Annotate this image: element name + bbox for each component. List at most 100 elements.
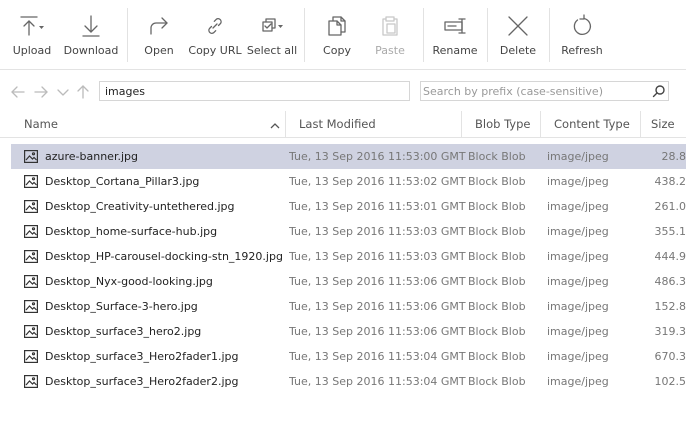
copy-button[interactable]: Copy	[320, 0, 354, 70]
paste-label: Paste	[375, 44, 405, 57]
cell-name: Desktop_Cortana_Pillar3.jpg	[45, 175, 200, 188]
image-file-icon	[24, 375, 39, 389]
cell-blob-type: Block Blob	[468, 375, 526, 388]
cell-size: 438.2	[654, 175, 686, 188]
image-file-icon	[24, 250, 39, 264]
refresh-button[interactable]: Refresh	[561, 0, 603, 70]
toolbar: Upload Download Open Copy URL Select all…	[0, 0, 686, 70]
table-row[interactable]: Desktop_Surface-3-hero.jpg Tue, 13 Sep 20…	[11, 294, 686, 319]
cell-size: 102.5	[654, 375, 686, 388]
table-row[interactable]: Desktop_surface3_Hero2fader2.jpg Tue, 13 …	[11, 369, 686, 394]
cell-content-type: image/jpeg	[547, 150, 609, 163]
cell-name: Desktop_surface3_Hero2fader2.jpg	[45, 375, 239, 388]
cell-name: Desktop_home-surface-hub.jpg	[45, 225, 218, 238]
cell-blob-type: Block Blob	[468, 300, 526, 313]
column-header-content-type[interactable]: Content Type	[544, 111, 641, 138]
cell-last-modified: Tue, 13 Sep 2016 11:53:06 GMT	[289, 275, 466, 288]
cell-content-type: image/jpeg	[547, 200, 609, 213]
table-row[interactable]: azure-banner.jpg Tue, 13 Sep 2016 11:53:0…	[11, 144, 686, 169]
toolbar-separator	[487, 8, 488, 62]
table-row[interactable]: Desktop_surface3_Hero2fader1.jpg Tue, 13 …	[11, 344, 686, 369]
delete-button[interactable]: Delete	[500, 0, 536, 70]
rename-icon	[441, 12, 469, 40]
rename-button[interactable]: Rename	[432, 0, 478, 70]
toolbar-separator	[304, 8, 305, 62]
open-arrow-icon	[145, 12, 173, 40]
table-row[interactable]: Desktop_HP-carousel-docking-stn_1920.jpg…	[11, 244, 686, 269]
cell-last-modified: Tue, 13 Sep 2016 11:53:01 GMT	[289, 200, 466, 213]
open-label: Open	[144, 44, 174, 57]
download-button[interactable]: Download	[64, 0, 118, 70]
cell-name: Desktop_Surface-3-hero.jpg	[45, 300, 198, 313]
cell-size: 670.3	[654, 350, 686, 363]
cell-last-modified: Tue, 13 Sep 2016 11:53:02 GMT	[289, 175, 466, 188]
column-header-last-modified[interactable]: Last Modified	[289, 111, 462, 138]
refresh-label: Refresh	[561, 44, 603, 57]
paste-icon	[376, 12, 404, 40]
cell-last-modified: Tue, 13 Sep 2016 11:53:04 GMT	[289, 350, 466, 363]
cell-last-modified: Tue, 13 Sep 2016 11:53:00 GMT	[289, 150, 466, 163]
cell-size: 486.3	[654, 275, 686, 288]
cell-blob-type: Block Blob	[468, 325, 526, 338]
select-all-label: Select all	[246, 44, 298, 57]
open-button[interactable]: Open	[142, 0, 176, 70]
copy-url-button[interactable]: Copy URL	[188, 0, 242, 70]
image-file-icon	[24, 150, 39, 164]
cell-content-type: image/jpeg	[547, 325, 609, 338]
blob-table: Name Last Modified Blob Type Content Typ…	[0, 111, 686, 432]
cell-last-modified: Tue, 13 Sep 2016 11:53:03 GMT	[289, 250, 466, 263]
column-size-label: Size	[651, 117, 675, 131]
up-arrow-icon[interactable]	[75, 84, 91, 100]
upload-button[interactable]: Upload	[11, 0, 53, 70]
cell-name: Desktop_HP-carousel-docking-stn_1920.jpg	[45, 250, 283, 263]
image-file-icon	[24, 350, 39, 364]
cell-name: Desktop_Nyx-good-looking.jpg	[45, 275, 213, 288]
column-last-modified-label: Last Modified	[299, 117, 376, 131]
chevron-down-icon[interactable]	[55, 84, 71, 100]
image-file-icon	[24, 225, 39, 239]
forward-arrow-icon[interactable]	[33, 84, 49, 100]
image-file-icon	[24, 300, 39, 314]
column-content-type-label: Content Type	[554, 117, 630, 131]
image-file-icon	[24, 275, 39, 289]
cell-blob-type: Block Blob	[468, 225, 526, 238]
address-bar	[0, 80, 686, 104]
cell-name: azure-banner.jpg	[45, 150, 138, 163]
table-row[interactable]: Desktop_Cortana_Pillar3.jpg Tue, 13 Sep 2…	[11, 169, 686, 194]
cell-content-type: image/jpeg	[547, 175, 609, 188]
copy-url-label: Copy URL	[188, 44, 242, 57]
search-icon[interactable]	[652, 84, 666, 98]
cell-last-modified: Tue, 13 Sep 2016 11:53:03 GMT	[289, 225, 466, 238]
table-row[interactable]: Desktop_surface3_hero2.jpg Tue, 13 Sep 20…	[11, 319, 686, 344]
cell-blob-type: Block Blob	[468, 250, 526, 263]
cell-last-modified: Tue, 13 Sep 2016 11:53:06 GMT	[289, 325, 466, 338]
table-header: Name Last Modified Blob Type Content Typ…	[0, 111, 686, 138]
copy-label: Copy	[323, 44, 351, 57]
paste-button[interactable]: Paste	[372, 0, 408, 70]
cell-name: Desktop_Creativity-untethered.jpg	[45, 200, 235, 213]
column-blob-type-label: Blob Type	[475, 117, 531, 131]
cell-content-type: image/jpeg	[547, 225, 609, 238]
cell-size: 261.0	[654, 200, 686, 213]
image-file-icon	[24, 325, 39, 339]
search-input[interactable]	[420, 81, 669, 101]
table-row[interactable]: Desktop_Creativity-untethered.jpg Tue, 13…	[11, 194, 686, 219]
cell-content-type: image/jpeg	[547, 250, 609, 263]
table-row[interactable]: Desktop_home-surface-hub.jpg Tue, 13 Sep …	[11, 219, 686, 244]
image-file-icon	[24, 175, 39, 189]
image-file-icon	[24, 200, 39, 214]
path-input[interactable]	[99, 81, 410, 101]
cell-size: 152.8	[654, 300, 686, 313]
refresh-icon	[568, 12, 596, 40]
upload-label: Upload	[12, 44, 52, 57]
column-header-name[interactable]: Name	[14, 111, 286, 138]
select-all-button[interactable]: Select all	[246, 0, 298, 70]
cell-last-modified: Tue, 13 Sep 2016 11:53:06 GMT	[289, 300, 466, 313]
column-header-size[interactable]: Size	[641, 111, 686, 138]
back-arrow-icon[interactable]	[10, 84, 26, 100]
cell-blob-type: Block Blob	[468, 275, 526, 288]
column-header-blob-type[interactable]: Blob Type	[465, 111, 541, 138]
cell-last-modified: Tue, 13 Sep 2016 11:53:04 GMT	[289, 375, 466, 388]
copy-icon	[323, 12, 351, 40]
table-row[interactable]: Desktop_Nyx-good-looking.jpg Tue, 13 Sep …	[11, 269, 686, 294]
